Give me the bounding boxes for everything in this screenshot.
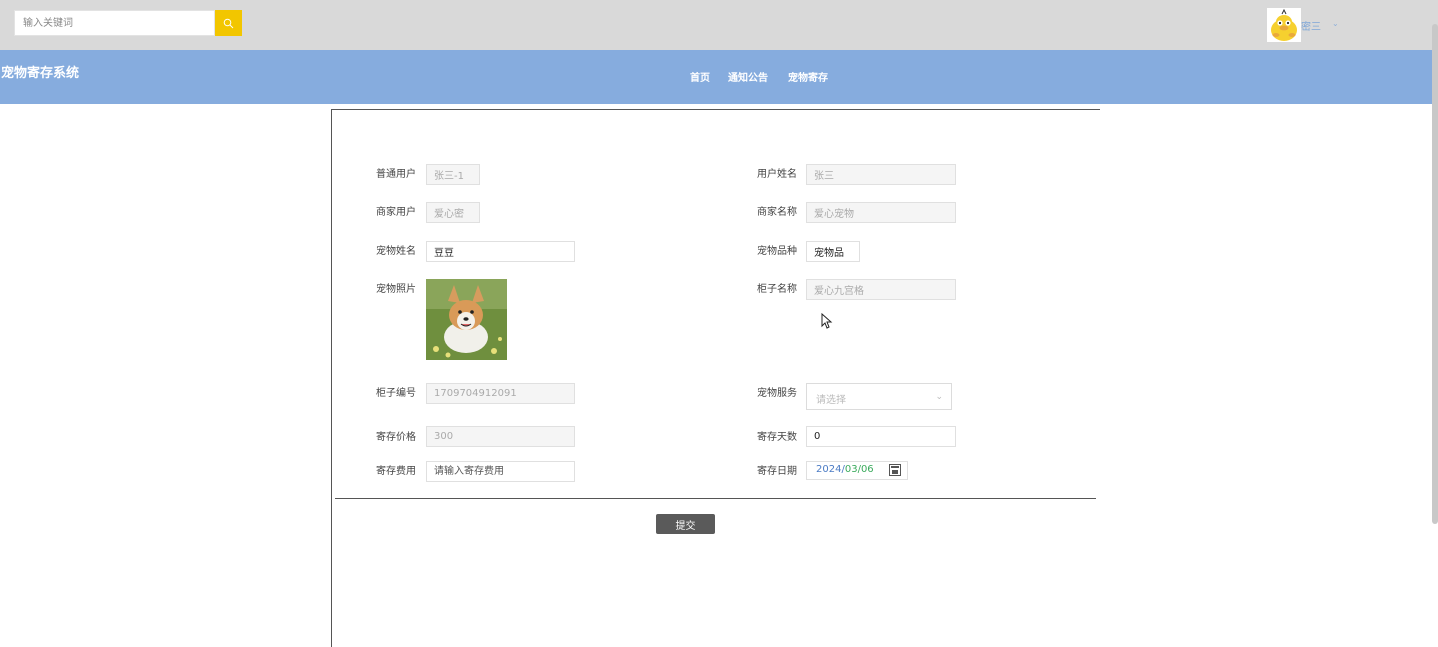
date-year: 2024 <box>816 464 842 475</box>
nav-item-home[interactable]: 首页 <box>690 69 710 84</box>
user-name-field[interactable] <box>806 164 956 185</box>
calendar-icon[interactable] <box>889 464 901 476</box>
search-button[interactable] <box>215 10 242 36</box>
deposit-price-field[interactable] <box>426 426 575 447</box>
pet-type-label: 宠物品种 <box>757 246 797 257</box>
pet-photo-label: 宠物照片 <box>376 284 416 295</box>
pet-service-placeholder: 请选择 <box>816 395 846 406</box>
header: 宠物寄存系统 首页 通知公告 宠物寄存 <box>0 50 1438 104</box>
deposit-days-field[interactable] <box>806 426 956 447</box>
deposit-date-label: 寄存日期 <box>757 466 797 477</box>
pet-photo[interactable] <box>426 279 507 360</box>
deposit-fee-field[interactable] <box>426 461 575 482</box>
avatar[interactable] <box>1267 8 1301 42</box>
deposit-price-label: 寄存价格 <box>376 432 416 443</box>
deposit-days-label: 寄存天数 <box>757 432 797 443</box>
merchant-name-field[interactable] <box>806 202 956 223</box>
cabinet-number-label: 柜子编号 <box>376 388 416 399</box>
merchant-name-label: 商家名称 <box>757 207 797 218</box>
chevron-down-icon[interactable]: ⌄ <box>1332 19 1339 28</box>
pet-name-label: 宠物姓名 <box>376 246 416 257</box>
form-divider <box>335 498 1096 499</box>
mouse-cursor-icon <box>821 313 833 329</box>
page-scrollbar[interactable] <box>1432 24 1438 524</box>
submit-button[interactable]: 提交 <box>656 514 715 534</box>
top-bar: 密三 ⌄ <box>0 0 1438 50</box>
user-name-label: 用户姓名 <box>757 169 797 180</box>
pet-type-field[interactable] <box>806 241 860 262</box>
chevron-down-icon: ⌄ <box>935 392 943 402</box>
deposit-fee-label: 寄存费用 <box>376 466 416 477</box>
user-account-field[interactable] <box>426 164 480 185</box>
corgi-photo-icon <box>426 279 507 360</box>
date-day: 06 <box>860 464 874 475</box>
pet-service-label: 宠物服务 <box>757 388 797 399</box>
site-title: 宠物寄存系统 <box>1 66 80 81</box>
nav-item-pet-deposit[interactable]: 宠物寄存 <box>788 69 828 84</box>
merchant-account-label: 商家用户 <box>376 207 416 218</box>
cabinet-name-label: 柜子名称 <box>757 284 797 295</box>
search-input[interactable] <box>14 10 215 36</box>
cabinet-number-field[interactable] <box>426 383 575 404</box>
date-month: 03 <box>844 464 858 475</box>
search-icon <box>223 18 234 28</box>
user-name[interactable]: 密三 <box>1301 18 1321 33</box>
form-panel <box>331 109 1100 647</box>
merchant-account-field[interactable] <box>426 202 480 223</box>
duck-avatar-icon <box>1267 8 1301 42</box>
deposit-date-field[interactable]: 2024/03/06 <box>806 461 908 480</box>
nav-item-notices[interactable]: 通知公告 <box>728 69 768 84</box>
user-account-label: 普通用户 <box>376 169 416 180</box>
cabinet-name-field[interactable] <box>806 279 956 300</box>
pet-name-field[interactable] <box>426 241 575 262</box>
pet-service-select[interactable]: 请选择 ⌄ <box>806 383 952 410</box>
